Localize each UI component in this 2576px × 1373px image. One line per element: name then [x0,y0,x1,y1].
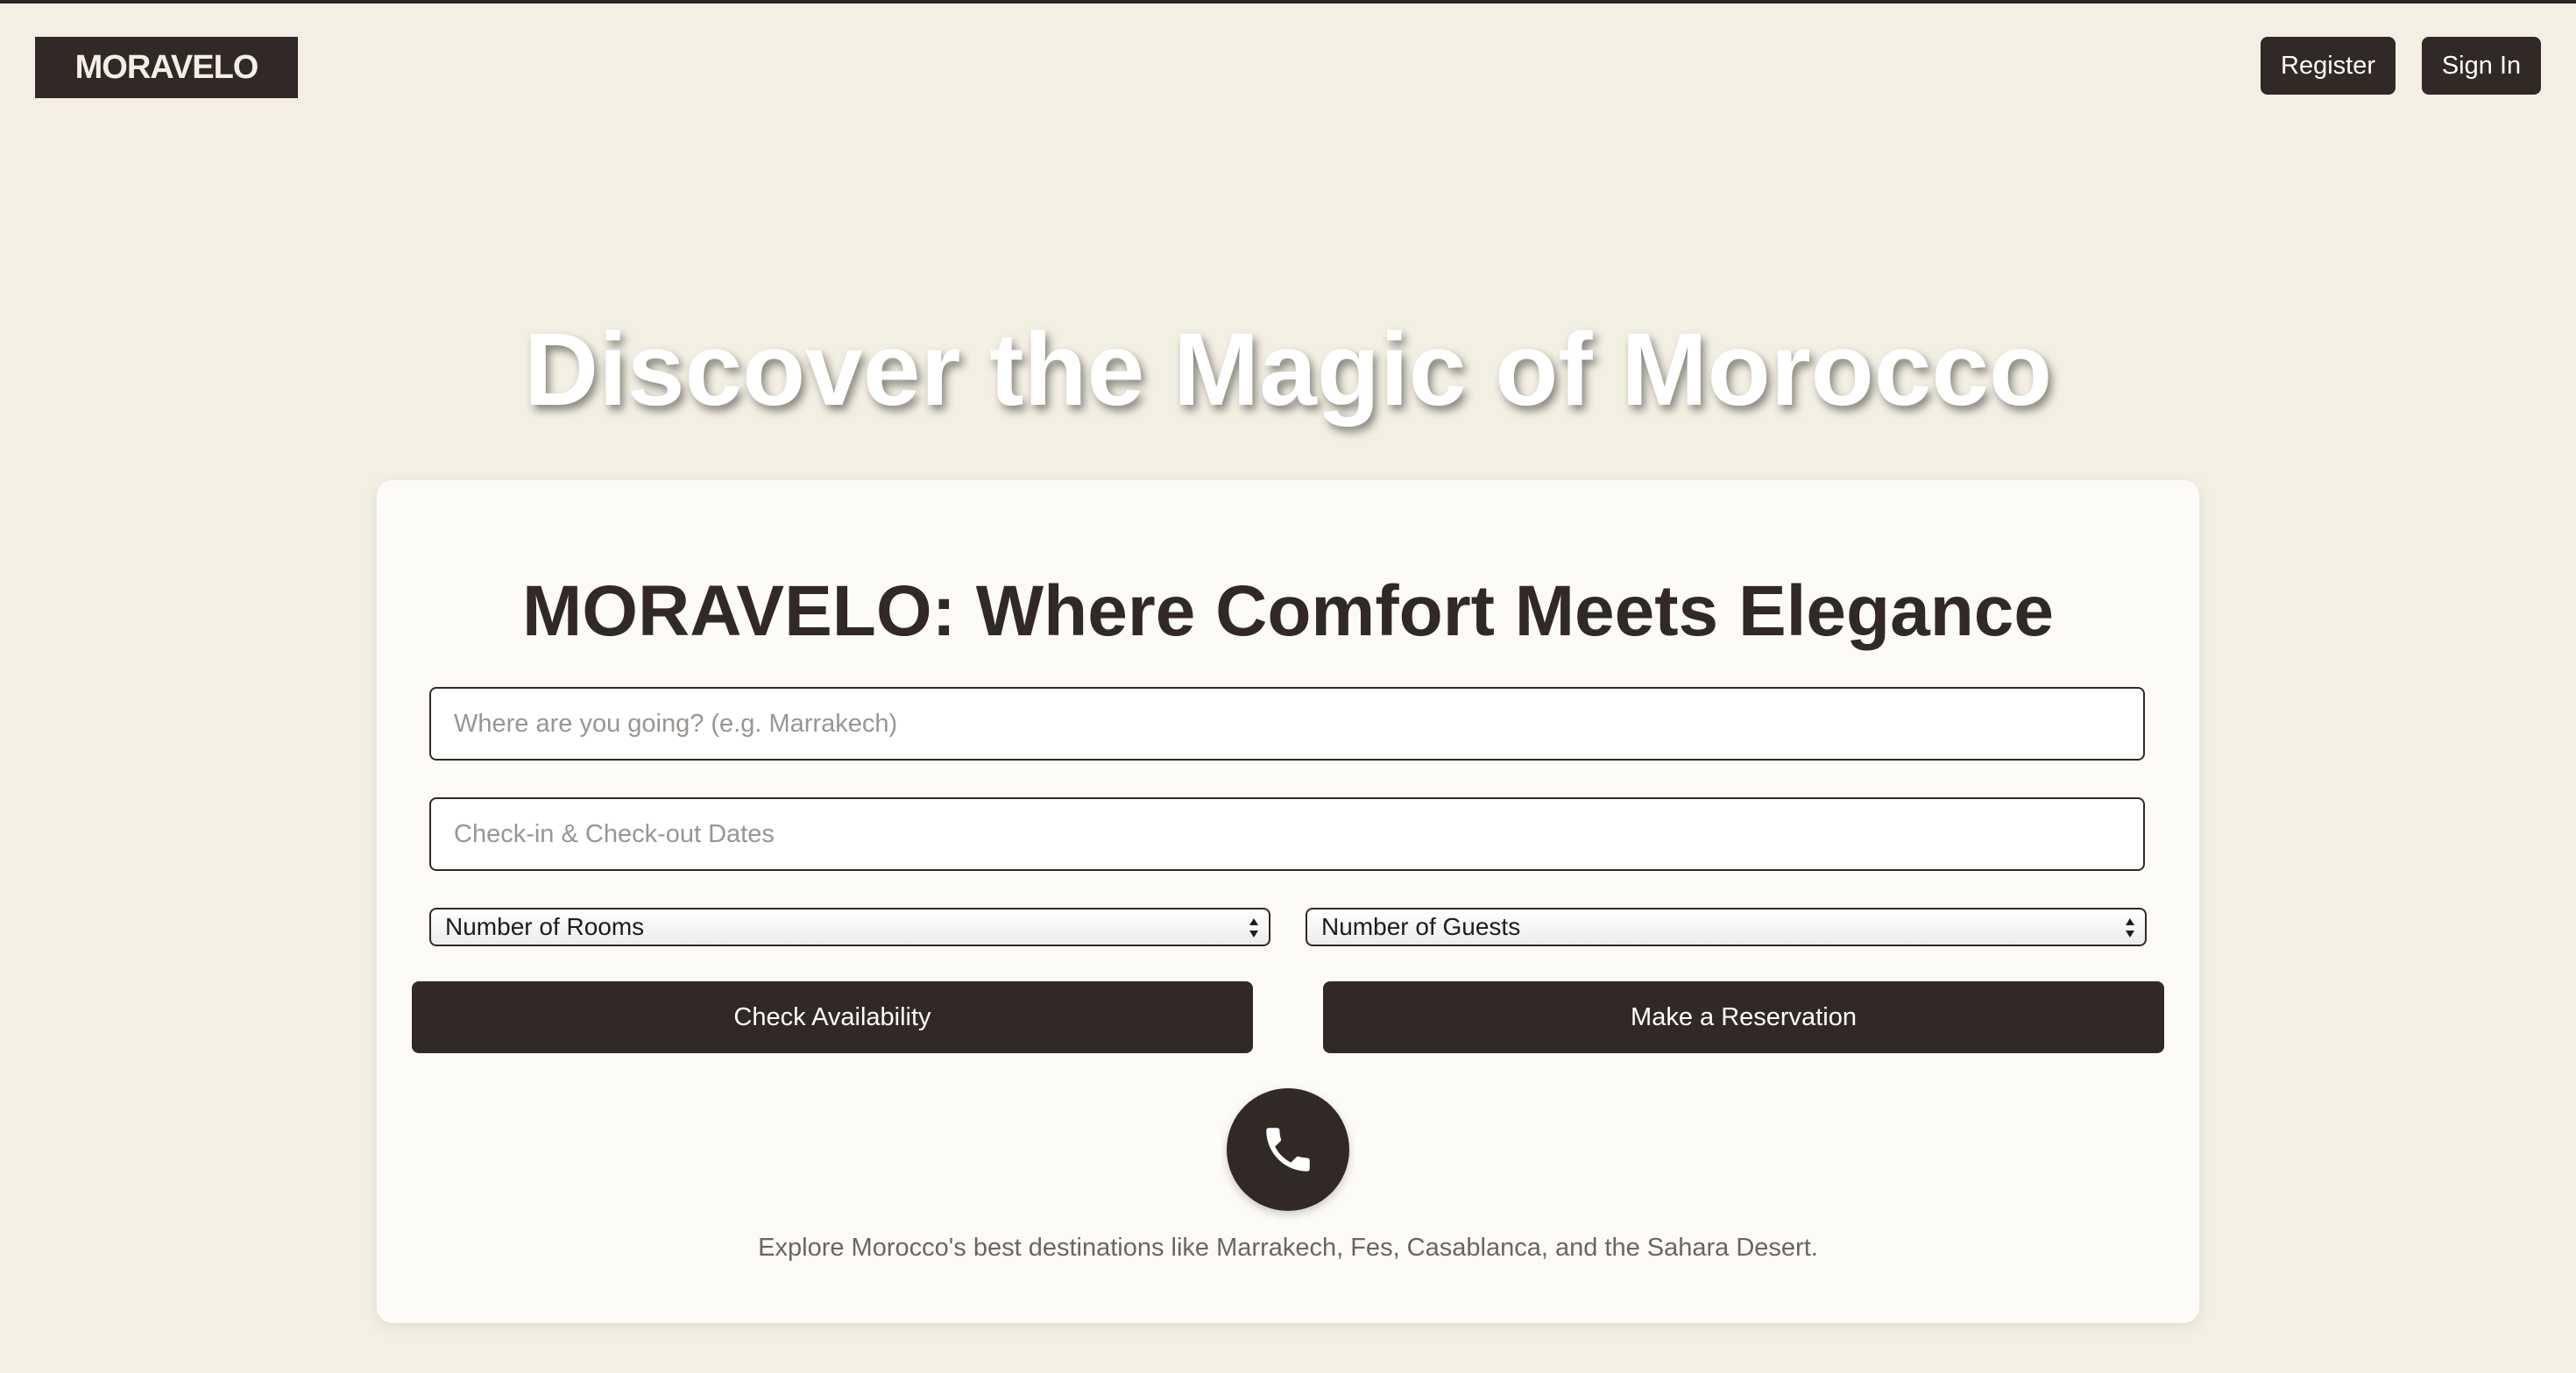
select-arrows-icon [1249,918,1258,938]
booking-card: MORAVELO: Where Comfort Meets Elegance N… [377,480,2199,1323]
rooms-select-value: Number of Rooms [445,913,645,940]
booking-title: MORAVELO: Where Comfort Meets Elegance [521,571,2055,651]
destination-input[interactable] [429,687,2145,761]
rooms-select[interactable]: Number of Rooms [429,908,1270,946]
guests-select-value: Number of Guests [1321,913,1521,940]
select-arrows-icon [2126,918,2134,938]
phone-call-button[interactable] [1227,1088,1349,1211]
sign-in-button[interactable]: Sign In [2422,37,2541,95]
hero-title: Discover the Magic of Morocco [523,312,2053,428]
make-reservation-button[interactable]: Make a Reservation [1323,981,2164,1053]
guests-select[interactable]: Number of Guests [1306,908,2147,946]
top-border [0,0,2576,4]
phone-icon [1266,1128,1310,1171]
destinations-note: Explore Morocco's best destinations like… [758,1234,1818,1262]
logo-text: MORAVELO [74,48,259,86]
dates-input[interactable] [429,797,2145,871]
check-availability-button[interactable]: Check Availability [412,981,1253,1053]
logo[interactable]: MORAVELO [35,37,298,98]
register-button[interactable]: Register [2261,37,2396,95]
